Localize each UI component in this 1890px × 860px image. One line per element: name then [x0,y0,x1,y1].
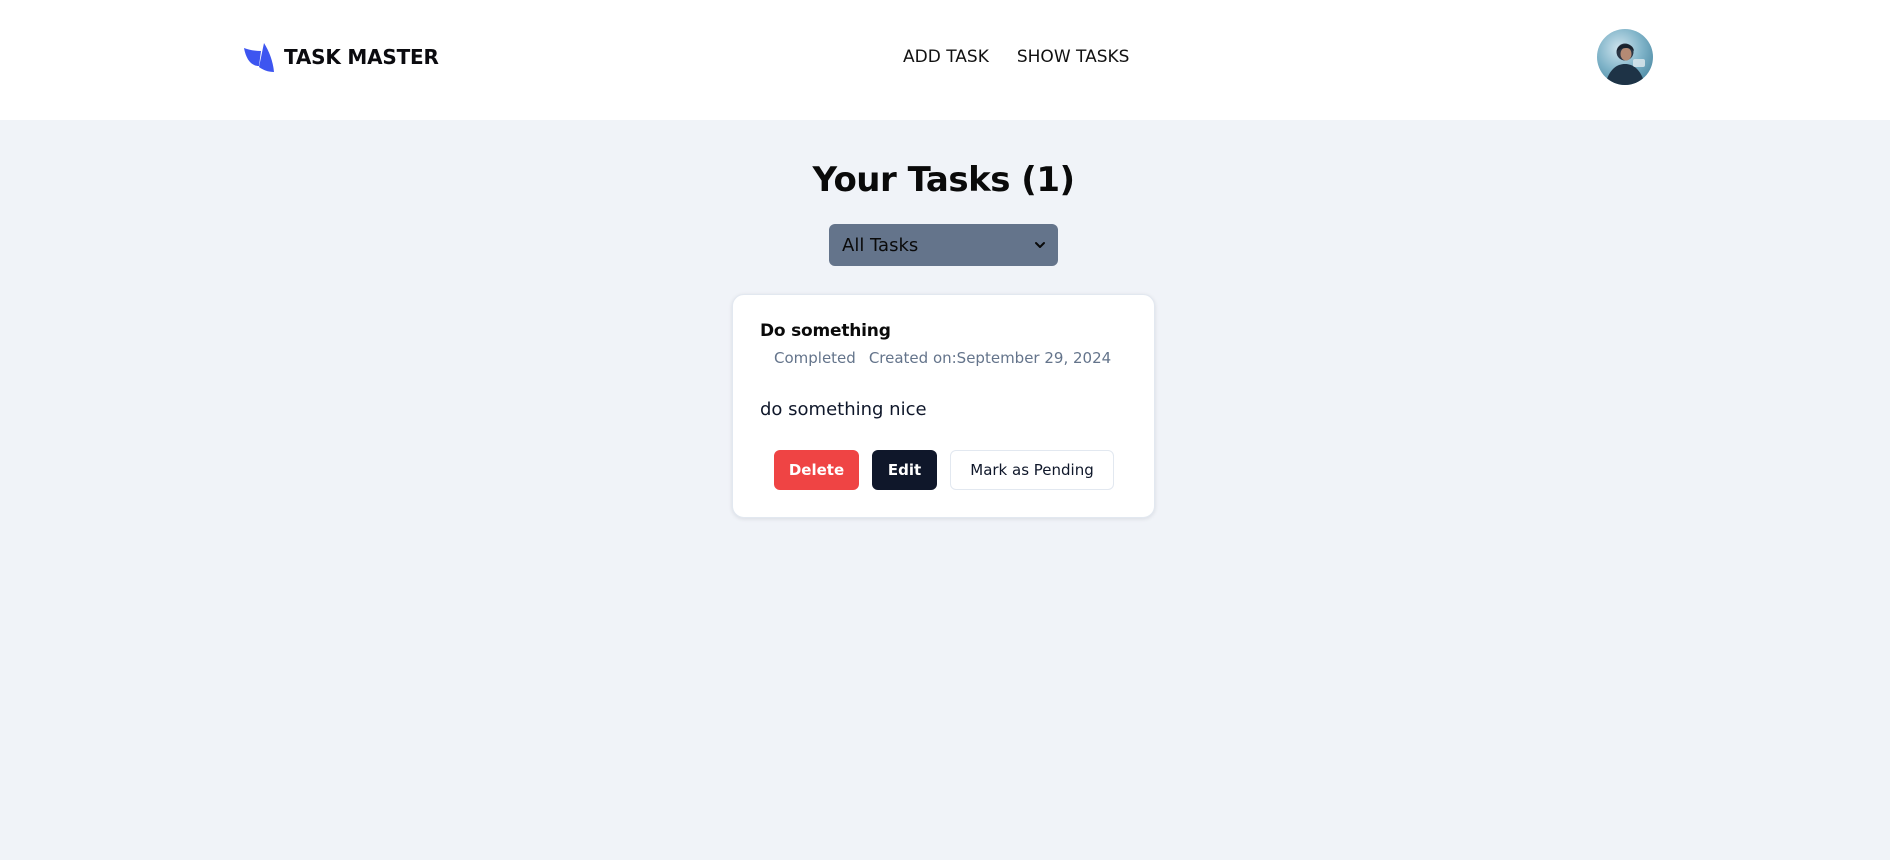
task-meta: Completed Created on:September 29, 2024 [774,349,1111,367]
delete-button[interactable]: Delete [774,450,859,490]
task-status: Completed [774,349,856,367]
page-title: Your Tasks (1) [812,160,1075,200]
brand-name: TASK MASTER [284,45,439,69]
nav-link-add-task[interactable]: ADD TASK [903,46,989,68]
task-created-date: Created on:September 29, 2024 [868,349,1112,367]
main-nav: ADD TASK SHOW TASKS [903,46,1129,68]
nav-link-show-tasks[interactable]: SHOW TASKS [1017,46,1130,68]
task-description: do something nice [760,399,927,420]
task-card: Do something Completed Created on:Septem… [732,294,1155,518]
task-title: Do something [760,321,891,341]
sail-logo-icon [243,41,275,73]
task-actions: Delete Edit Mark as Pending [774,450,1114,490]
edit-button[interactable]: Edit [872,450,937,490]
filter-selected-value: All Tasks [842,234,919,256]
mark-pending-button[interactable]: Mark as Pending [950,450,1114,490]
chevron-down-icon [1034,239,1046,251]
user-avatar[interactable] [1597,29,1653,85]
top-navbar: TASK MASTER ADD TASK SHOW TASKS [0,0,1890,120]
task-filter-select[interactable]: All Tasks [829,224,1058,266]
brand-logo-link[interactable]: TASK MASTER [243,40,439,74]
